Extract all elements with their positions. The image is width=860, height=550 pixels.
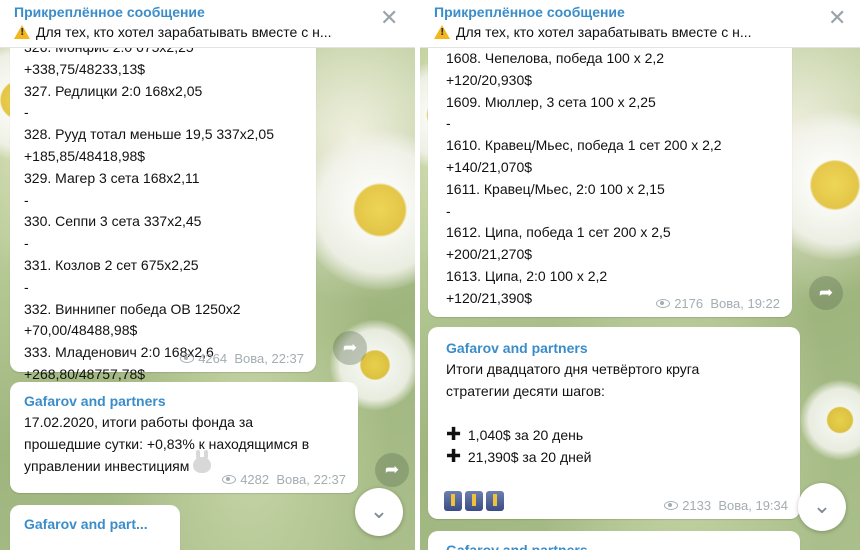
businessman-emoji-icon — [486, 491, 504, 511]
pinned-message-title: Прикреплённое сообщение — [14, 4, 205, 20]
chat-panel-left: Прикреплённое сообщение Для тех, кто хот… — [0, 0, 415, 550]
forward-icon[interactable]: ➦ — [333, 331, 367, 365]
eye-icon — [664, 501, 679, 510]
message-author-time: Вова, 19:22 — [710, 296, 780, 311]
view-count: 2176 — [674, 296, 704, 311]
message-line: 1611. Кравец/Мьес, 2:0 100 х 2,15 — [446, 180, 665, 197]
message-line: управлении инвестициям — [24, 457, 190, 474]
message-line: 1608. Чепелова, победа 100 х 2,2 — [446, 50, 665, 66]
background-flower — [300, 130, 415, 290]
message-line: +70,00/48488,98$ — [24, 322, 138, 339]
message-meta: 2176 Вова, 19:22 — [656, 296, 780, 311]
message-author-time: Вова, 19:34 — [718, 498, 788, 513]
message-line: +338,75/48233,13$ — [24, 60, 146, 77]
businessman-emoji-icon — [444, 491, 462, 511]
eye-icon — [222, 475, 237, 484]
pinned-message-bar[interactable]: Прикреплённое сообщение Для тех, кто хот… — [0, 0, 415, 48]
sender-name[interactable]: Gafarov and partners — [446, 539, 800, 550]
message-line: 1613. Ципа, 2:0 100 х 2,2 — [446, 267, 608, 284]
warning-icon — [14, 25, 30, 39]
message-author-time: Вова, 22:37 — [276, 472, 346, 487]
sender-name[interactable]: Gafarov and partners — [24, 390, 358, 412]
stat-line: 21,390$ за 20 дней — [467, 449, 592, 466]
close-icon[interactable]: ✕ — [828, 8, 846, 30]
message-line: +120/20,930$ — [446, 71, 533, 88]
message-line: +185,85/48418,98$ — [24, 147, 146, 164]
message-line: 327. Редлицки 2:0 168x2,05 — [24, 82, 203, 99]
message-meta: 2133 Вова, 19:34 — [664, 498, 788, 513]
pinned-message-text: Для тех, кто хотел зарабатывать вместе с… — [36, 24, 332, 40]
view-count: 4264 — [198, 351, 228, 366]
message-bubble: Gafarov and partners 17.02.2020, итоги р… — [10, 382, 358, 493]
message-bubble: 1608. Чепелова, победа 100 х 2,2 +120/20… — [428, 33, 792, 317]
message-line: стратегии десяти шагов: — [446, 382, 605, 399]
chat-panel-right: Прикреплённое сообщение Для тех, кто хот… — [420, 0, 860, 550]
warning-icon — [434, 25, 450, 39]
message-bubble: 326. Монфис 2:0 675x2,25 +338,75/48233,1… — [10, 33, 316, 382]
view-count: 2133 — [682, 498, 712, 513]
forward-icon[interactable]: ➦ — [809, 276, 843, 310]
message-line: - — [24, 278, 29, 295]
message-line: 17.02.2020, итоги работы фонда за — [24, 414, 254, 430]
message-line: 328. Рууд тотал меньше 19,5 337x2,05 — [24, 126, 274, 143]
view-count: 4282 — [240, 472, 270, 487]
message-line: - — [24, 191, 29, 208]
plus-icon: ✚ — [446, 424, 462, 446]
message-meta: 4264 Вова, 22:37 — [180, 351, 304, 366]
plus-icon: ✚ — [446, 446, 462, 468]
message-bubble: Gafarov and part... — [10, 505, 180, 550]
emoji-row — [444, 491, 507, 511]
message-bubble: Gafarov and partners — [428, 531, 800, 550]
message-line: прошедшие сутки: +0,83% к находящимся в — [24, 435, 310, 452]
message-line: 1609. Мюллер, 3 сета 100 х 2,25 — [446, 93, 656, 110]
forward-icon[interactable]: ➦ — [375, 453, 409, 487]
message-line: Итоги двадцатого дня четвёртого круга — [446, 361, 700, 377]
eye-icon — [656, 299, 671, 308]
message-line: 329. Магер 3 сета 168x2,11 — [24, 169, 200, 186]
message-line: 330. Сеппи 3 сета 337x2,45 — [24, 213, 202, 230]
message-line: +140/21,070$ — [446, 158, 533, 175]
message-line: - — [24, 235, 29, 252]
message-line: - — [24, 104, 29, 121]
stat-line: 1,040$ за 20 день — [467, 427, 584, 444]
rabbit-emoji-icon — [193, 449, 212, 473]
eye-icon — [180, 354, 195, 363]
pinned-message-text: Для тех, кто хотел зарабатывать вместе с… — [456, 24, 752, 40]
chevron-down-icon[interactable]: ⌄ — [355, 488, 403, 536]
message-line: +200/21,270$ — [446, 246, 533, 263]
close-icon[interactable]: ✕ — [380, 8, 398, 30]
chevron-down-icon[interactable]: ⌄ — [798, 483, 846, 531]
message-line: 332. Виннипег победа ОВ 1250x2 — [24, 300, 241, 317]
background-flower — [800, 380, 860, 460]
message-line: 331. Козлов 2 сет 675x2,25 — [24, 256, 199, 273]
pinned-message-title: Прикреплённое сообщение — [434, 4, 625, 20]
sender-name[interactable]: Gafarov and part... — [24, 513, 180, 535]
pinned-message-bar[interactable]: Прикреплённое сообщение Для тех, кто хот… — [420, 0, 860, 48]
message-meta: 4282 Вова, 22:37 — [222, 472, 346, 487]
message-bubble: Gafarov and partners Итоги двадцатого дн… — [428, 327, 800, 519]
sender-name[interactable]: Gafarov and partners — [446, 337, 800, 359]
message-author-time: Вова, 22:37 — [234, 351, 304, 366]
message-line: - — [446, 115, 451, 132]
message-line: - — [446, 202, 451, 219]
message-line: 1612. Ципа, победа 1 сет 200 х 2,5 — [446, 224, 671, 241]
businessman-emoji-icon — [465, 491, 483, 511]
message-line: 1610. Кравец/Мьес, победа 1 сет 200 х 2,… — [446, 137, 722, 154]
